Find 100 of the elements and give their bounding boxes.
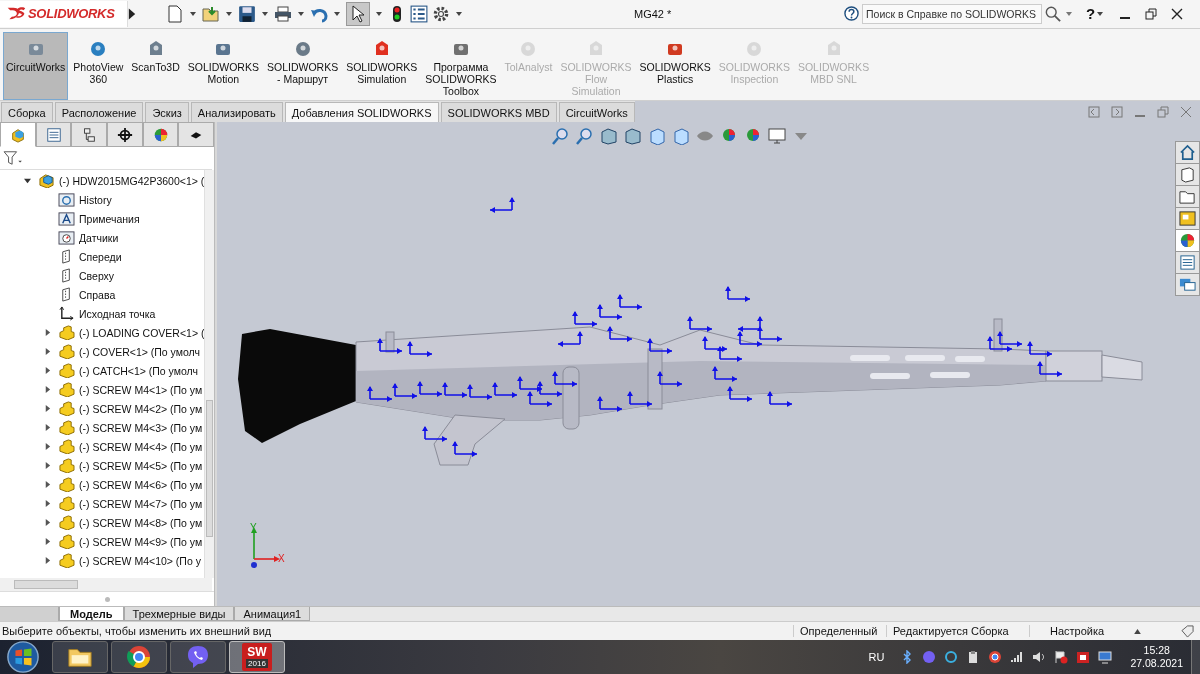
tree-item[interactable]: (-) SCREW M4<4> (По ум	[79, 440, 203, 453]
tree-item[interactable]: Примечания	[79, 212, 140, 225]
task-pane-tab[interactable]	[1175, 251, 1200, 275]
language-indicator[interactable]: RU	[868, 651, 885, 663]
view-tool-icon[interactable]	[552, 127, 570, 146]
restore-icon[interactable]	[1145, 7, 1158, 20]
tree-item[interactable]: (-) SCREW M4<9> (По ум	[79, 535, 203, 548]
dropdown-caret-icon[interactable]	[1066, 11, 1072, 16]
model-tab[interactable]: Модель	[59, 607, 124, 622]
dropdown-caret-icon[interactable]	[376, 11, 382, 16]
ribbon-button[interactable]: SOLIDWORKS Simulation	[343, 31, 421, 100]
view-tool-icon[interactable]	[576, 127, 594, 146]
open-folder-icon[interactable]	[202, 4, 220, 23]
task-pane-tab[interactable]	[1175, 141, 1200, 165]
task-pane-tab[interactable]	[1175, 207, 1200, 231]
vertical-scrollbar[interactable]	[204, 170, 214, 579]
tree-item[interactable]: Справа	[79, 288, 116, 301]
dropdown-caret-icon[interactable]	[298, 11, 304, 16]
expand-arrow-icon[interactable]	[44, 481, 51, 489]
ribbon-tab[interactable]: Расположение	[54, 102, 144, 123]
ribbon-button[interactable]: Программа SOLIDWORKS Toolbox	[422, 31, 500, 100]
search-icon[interactable]	[1045, 5, 1061, 22]
task-pane-tab[interactable]	[1175, 229, 1200, 253]
tree-item[interactable]: Исходная точка	[79, 307, 156, 320]
ribbon-tab[interactable]: Добавления SOLIDWORKS	[284, 102, 439, 123]
tree-item[interactable]: Спереди	[79, 250, 122, 263]
taskbar-app-button[interactable]	[111, 641, 167, 673]
cloud-sync-icon[interactable]	[944, 650, 959, 664]
panel-right-icon[interactable]	[1111, 105, 1123, 118]
dropdown-caret-icon[interactable]	[262, 11, 268, 16]
ribbon-button[interactable]: CircuitWorks	[3, 31, 69, 100]
task-pane-tab[interactable]	[1175, 185, 1200, 209]
expand-arrow-icon[interactable]	[44, 367, 51, 375]
expand-arrow-icon[interactable]	[44, 405, 51, 413]
dropdown-caret-icon[interactable]	[456, 11, 462, 16]
tree-item[interactable]: (-) COVER<1> (По умолч	[79, 345, 200, 358]
speaker-icon[interactable]	[1032, 650, 1047, 664]
dropdown-caret-icon[interactable]	[226, 11, 232, 16]
expand-arrow-icon[interactable]	[44, 424, 51, 432]
task-pane-tab[interactable]	[1175, 273, 1200, 297]
browser-icon[interactable]	[988, 650, 1003, 664]
expand-arrow-icon[interactable]	[44, 557, 51, 565]
view-tool-icon[interactable]	[648, 127, 666, 146]
expand-arrow-icon[interactable]	[44, 519, 51, 527]
tree-item[interactable]: History	[79, 193, 112, 206]
ribbon-tab[interactable]: Анализировать	[190, 102, 283, 123]
tree-item[interactable]: (-) SCREW M4<6> (По ум	[79, 478, 203, 491]
tree-item[interactable]: (-) SCREW M4<10> (По у	[79, 554, 201, 567]
caret-icon[interactable]	[1134, 628, 1141, 634]
model-tab[interactable]: Трехмерные виды	[123, 607, 235, 622]
chat-bubble-icon[interactable]	[922, 650, 937, 664]
tree-item[interactable]: (-) SCREW M4<7> (По ум	[79, 497, 203, 510]
options-list-icon[interactable]	[410, 4, 428, 23]
panel-tab[interactable]	[178, 122, 215, 148]
help-icon[interactable]	[844, 6, 859, 22]
expand-arrow-icon[interactable]	[44, 443, 51, 451]
view-tool-icon[interactable]	[624, 127, 642, 146]
tree-item[interactable]: (-) SCREW M4<3> (По ум	[79, 421, 203, 434]
new-document-icon[interactable]	[166, 4, 184, 23]
expand-arrow-icon[interactable]	[44, 329, 51, 337]
panel-left-icon[interactable]	[1088, 105, 1100, 118]
ribbon-tab[interactable]: CircuitWorks	[558, 102, 635, 123]
tree-item[interactable]: (-) LOADING COVER<1> (	[79, 326, 205, 339]
view-tool-icon[interactable]	[768, 127, 786, 146]
filter-icon[interactable]	[3, 150, 23, 167]
tree-item[interactable]: (-) CATCH<1> (По умолч	[79, 364, 198, 377]
alert-app-icon[interactable]	[1076, 650, 1091, 664]
tree-item[interactable]: (-) SCREW M4<1> (По ум	[79, 383, 203, 396]
ribbon-button[interactable]: ScanTo3D	[128, 31, 183, 100]
tree-item[interactable]: Сверху	[79, 269, 115, 282]
start-button-icon[interactable]	[6, 640, 40, 674]
tree-item[interactable]: (-) HDW2015MG42P3600<1> (	[59, 174, 205, 187]
help-button[interactable]: ?	[1086, 5, 1096, 23]
network-monitor-icon[interactable]	[1098, 650, 1113, 664]
expand-arrow-icon[interactable]	[44, 538, 51, 546]
select-button[interactable]	[346, 1, 370, 26]
flag-error-icon[interactable]	[1054, 650, 1069, 664]
dropdown-caret-icon[interactable]	[1097, 11, 1104, 16]
panel-tab[interactable]	[107, 122, 143, 148]
view-tool-icon[interactable]	[600, 127, 618, 146]
ribbon-tab[interactable]: Сборка	[1, 102, 53, 123]
horizontal-scrollbar[interactable]	[0, 578, 212, 592]
close-icon[interactable]	[1171, 7, 1184, 20]
model-tab[interactable]: Анимация1	[234, 607, 311, 622]
ribbon-button[interactable]: SOLIDWORKS - Маршрут	[263, 31, 342, 100]
dropdown-caret-icon[interactable]	[190, 11, 196, 16]
expand-arrow-icon[interactable]	[44, 462, 51, 470]
view-tool-icon[interactable]	[672, 127, 690, 146]
expand-arrow-icon[interactable]	[44, 348, 51, 356]
collapse-arrow-icon[interactable]	[24, 177, 31, 185]
tree-item[interactable]: (-) SCREW M4<5> (По ум	[79, 459, 203, 472]
ribbon-tab[interactable]: SOLIDWORKS MBD	[440, 102, 557, 123]
ribbon-tab[interactable]: Эскиз	[145, 102, 189, 123]
taskbar-app-button[interactable]: SW 2016	[229, 641, 285, 673]
save-icon[interactable]	[238, 4, 256, 23]
taskbar-app-button[interactable]	[52, 641, 108, 673]
task-pane-tab[interactable]	[1175, 163, 1200, 187]
expand-arrow-icon[interactable]	[128, 6, 136, 21]
ribbon-button[interactable]: SOLIDWORKS Plastics	[636, 31, 714, 100]
signal-bars-icon[interactable]	[1010, 650, 1025, 664]
